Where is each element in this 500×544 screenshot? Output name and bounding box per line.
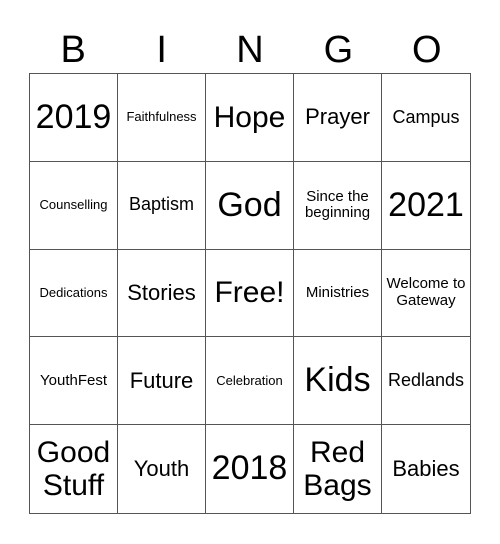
bingo-cell[interactable]: Counselling — [30, 161, 118, 250]
bingo-cell-text: God — [217, 185, 282, 224]
bingo-cell[interactable]: Youth — [118, 425, 206, 513]
bingo-cell[interactable]: Kids — [294, 337, 382, 426]
bingo-cell-text: Babies — [392, 456, 460, 481]
bingo-card-grid: 2019 Faithfulness Hope Prayer Campus Counsell… — [29, 73, 471, 514]
bingo-cell-text: Campus — [392, 106, 460, 127]
bingo-cell-text: Red Bags — [303, 436, 372, 503]
bingo-cell-text: Counselling — [39, 197, 108, 213]
bingo-cell-text: Dedications — [39, 284, 108, 300]
bingo-cell[interactable]: Prayer — [294, 74, 382, 162]
bingo-cell[interactable]: Celebration — [206, 337, 294, 426]
bingo-cell-text: Since the beginning — [304, 187, 371, 222]
bingo-cell[interactable]: YouthFest — [30, 337, 118, 426]
bingo-cell-text: Stories — [127, 279, 196, 305]
bingo-cell[interactable]: Future — [118, 337, 206, 426]
bingo-cell[interactable]: 2019 — [30, 74, 118, 162]
bingo-cell-text: Redlands — [387, 369, 465, 390]
bingo-cell-text: Celebration — [216, 372, 283, 388]
bingo-cell-text: Good Stuff — [36, 436, 111, 503]
bingo-cell-text: 2021 — [388, 185, 464, 224]
bingo-cell[interactable]: Babies — [382, 425, 470, 513]
bingo-cell[interactable]: Since the beginning — [294, 161, 382, 250]
bingo-cell[interactable]: Hope — [206, 74, 294, 162]
bingo-cell[interactable]: 2018 — [206, 425, 294, 513]
bingo-cell-text: 2018 — [211, 449, 288, 488]
header-letter-g: G — [323, 29, 354, 71]
bingo-cell-text: Kids — [304, 361, 371, 400]
bingo-cell-text: Youth — [133, 456, 190, 481]
bingo-cell[interactable]: Red Bags — [294, 425, 382, 513]
bingo-cell[interactable]: Campus — [382, 74, 470, 162]
bingo-cell-text: Prayer — [305, 104, 370, 130]
bingo-cell-text: Welcome to Gateway — [386, 275, 466, 309]
bingo-cell[interactable]: God — [206, 161, 294, 250]
bingo-cell[interactable]: Welcome to Gateway — [382, 250, 470, 338]
bingo-cell[interactable]: Baptism — [118, 161, 206, 250]
bingo-cell[interactable]: Ministries — [294, 249, 382, 338]
header-letter-b: B — [60, 29, 86, 71]
bingo-cell[interactable]: Faithfulness — [118, 74, 206, 162]
header-letter-n: N — [236, 29, 264, 71]
bingo-cell-text: Baptism — [128, 194, 195, 215]
bingo-cell-text: Free! — [214, 276, 285, 310]
bingo-cell-text: Future — [129, 367, 194, 393]
header-letter-i: I — [156, 29, 167, 71]
bingo-header: B I N G O — [29, 28, 471, 73]
bingo-cell[interactable]: Free! — [206, 249, 294, 338]
bingo-cell[interactable]: Dedications — [30, 249, 118, 338]
bingo-cell[interactable]: Redlands — [382, 337, 470, 426]
bingo-cell-text: Faithfulness — [126, 109, 197, 125]
header-letter-o: O — [412, 29, 442, 71]
bingo-cell[interactable]: Stories — [118, 249, 206, 338]
bingo-cell-text: 2019 — [35, 97, 112, 136]
bingo-cell[interactable]: Good Stuff — [30, 425, 118, 513]
bingo-cell[interactable]: 2021 — [382, 162, 470, 250]
bingo-cell-text: Hope — [213, 100, 286, 134]
bingo-cell-text: YouthFest — [40, 371, 107, 389]
bingo-cell-text: Ministries — [305, 283, 370, 301]
